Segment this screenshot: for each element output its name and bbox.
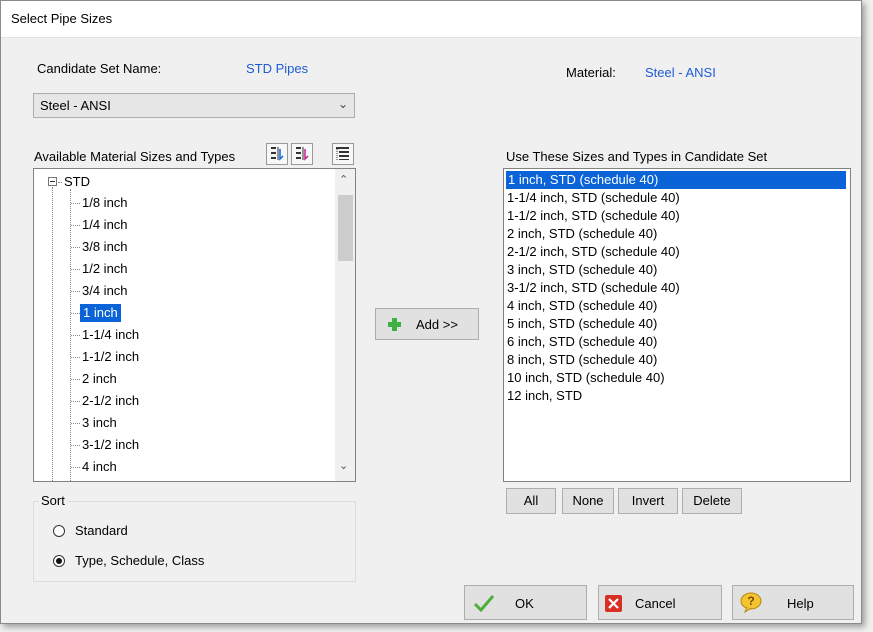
tree-item[interactable]: 2-1/2 inch — [82, 392, 139, 410]
candidate-set-name[interactable]: STD Pipes — [246, 61, 308, 76]
help-button[interactable]: ? Help — [732, 585, 854, 620]
material-dropdown[interactable]: Steel - ANSI ⌄ — [33, 93, 355, 118]
list-item[interactable]: 4 inch, STD (schedule 40) — [507, 297, 657, 315]
list-item[interactable]: 5 inch, STD (schedule 40) — [507, 315, 657, 333]
checkmark-icon — [473, 595, 495, 612]
all-button[interactable]: All — [506, 488, 556, 514]
tree-item[interactable]: 1-1/4 inch — [82, 326, 139, 344]
tree-item[interactable]: 3-1/2 inch — [82, 436, 139, 454]
list-item[interactable]: 8 inch, STD (schedule 40) — [507, 351, 657, 369]
collapse-sort-button[interactable] — [291, 143, 313, 165]
add-button[interactable]: Add >> — [375, 308, 479, 340]
delete-button[interactable]: Delete — [682, 488, 742, 514]
tree-item[interactable]: 3 inch — [82, 414, 117, 432]
scroll-down-icon[interactable]: ⌄ — [339, 459, 348, 472]
list-item[interactable]: 10 inch, STD (schedule 40) — [507, 369, 665, 387]
x-icon — [605, 595, 622, 612]
list-item[interactable]: 3 inch, STD (schedule 40) — [507, 261, 657, 279]
list-item[interactable]: 1-1/2 inch, STD (schedule 40) — [507, 207, 680, 225]
svg-text:?: ? — [747, 594, 754, 608]
cancel-button-label: Cancel — [635, 596, 676, 611]
sort-group — [33, 501, 356, 582]
cancel-button[interactable]: Cancel — [598, 585, 722, 620]
expand-all-button[interactable] — [266, 143, 288, 165]
tree-item[interactable]: 1/2 inch — [82, 260, 128, 278]
ok-button[interactable]: OK — [464, 585, 587, 620]
expand-all-icon — [271, 147, 284, 161]
material-label: Material: — [566, 65, 616, 80]
list-item[interactable]: 3-1/2 inch, STD (schedule 40) — [507, 279, 680, 297]
tree-item[interactable]: 1/8 inch — [82, 194, 128, 212]
material-dropdown-value: Steel - ANSI — [40, 98, 111, 113]
tree-item[interactable]: 4 inch — [82, 458, 117, 476]
chevron-down-icon: ⌄ — [337, 97, 348, 111]
invert-button[interactable]: Invert — [618, 488, 678, 514]
list-item[interactable]: 2 inch, STD (schedule 40) — [507, 225, 657, 243]
tree-options-button[interactable] — [332, 143, 354, 165]
dialog-title: Select Pipe Sizes — [11, 11, 113, 26]
list-item[interactable]: 1-1/4 inch, STD (schedule 40) — [507, 189, 680, 207]
candidate-set-list[interactable]: 1 inch, STD (schedule 40) 1-1/4 inch, ST… — [503, 168, 851, 482]
candidate-set-label: Candidate Set Name: — [37, 61, 162, 76]
available-sizes-label: Available Material Sizes and Types — [34, 149, 236, 164]
none-button[interactable]: None — [562, 488, 614, 514]
sort-group-label: Sort — [39, 493, 67, 508]
tree-scrollbar[interactable]: ⌃ ⌄ — [335, 169, 355, 481]
sort-standard-label[interactable]: Standard — [75, 523, 128, 538]
list-item-selected[interactable]: 1 inch, STD (schedule 40) — [506, 171, 846, 189]
tree-item[interactable]: 1-1/2 inch — [82, 348, 139, 366]
ok-button-label: OK — [515, 596, 534, 611]
list-item[interactable]: 12 inch, STD — [507, 387, 582, 405]
title-bar: Select Pipe Sizes — [1, 1, 861, 38]
help-button-label: Help — [787, 596, 814, 611]
tree-item[interactable]: 2 inch — [82, 370, 117, 388]
dialog-window: Select Pipe Sizes Candidate Set Name: ST… — [0, 0, 862, 624]
tree-options-icon — [336, 147, 349, 160]
add-button-label: Add >> — [416, 317, 458, 332]
sort-type-radio[interactable] — [53, 555, 65, 567]
tree-root-std[interactable]: STD — [64, 173, 90, 191]
tree-item[interactable]: 3/4 inch — [82, 282, 128, 300]
material-value: Steel - ANSI — [645, 65, 716, 80]
tree-item[interactable]: 1/4 inch — [82, 216, 128, 234]
help-bubble-icon: ? — [740, 592, 762, 613]
collapse-toggle-icon[interactable] — [48, 177, 57, 186]
use-sizes-label: Use These Sizes and Types in Candidate S… — [506, 149, 768, 164]
list-item[interactable]: 2-1/2 inch, STD (schedule 40) — [507, 243, 680, 261]
scroll-up-icon[interactable]: ⌃ — [339, 173, 348, 186]
collapse-sort-icon — [296, 147, 309, 161]
tree-item-selected[interactable]: 1 inch — [80, 304, 121, 322]
available-sizes-tree[interactable]: STD 1/8 inch 1/4 inch 3/8 inch 1/2 inch … — [33, 168, 356, 482]
sort-standard-radio[interactable] — [53, 525, 65, 537]
list-item[interactable]: 6 inch, STD (schedule 40) — [507, 333, 657, 351]
sort-type-label[interactable]: Type, Schedule, Class — [75, 553, 204, 568]
scrollbar-thumb[interactable] — [338, 195, 353, 261]
plus-icon — [388, 318, 401, 331]
tree-item[interactable]: 3/8 inch — [82, 238, 128, 256]
